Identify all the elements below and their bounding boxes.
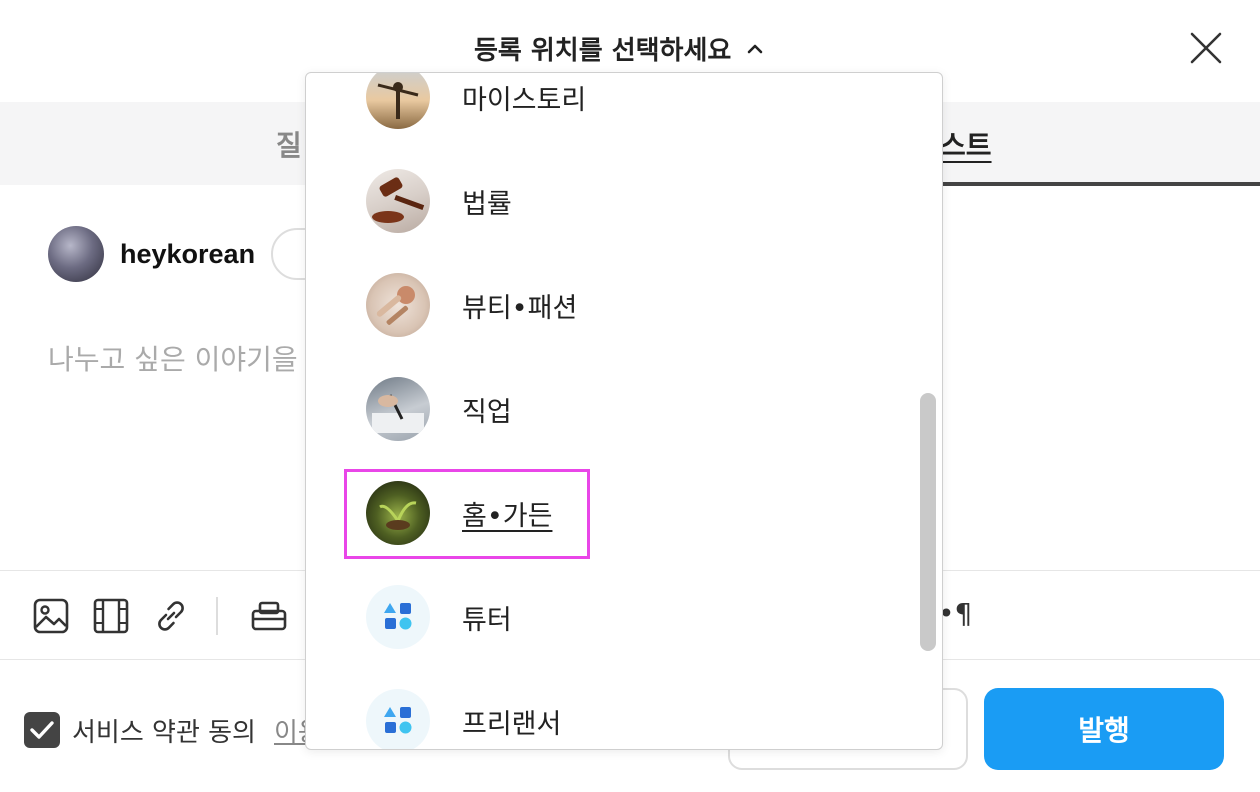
selection-highlight <box>344 469 590 559</box>
cosmetics-photo-icon <box>366 273 430 337</box>
sunset-photo-icon <box>366 73 430 129</box>
author-row: heykorean <box>48 226 332 282</box>
location-selector-label: 등록 위치를 선택하세요 <box>474 36 732 66</box>
video-icon[interactable] <box>92 597 130 635</box>
tab-post[interactable]: 스트 <box>940 102 992 185</box>
close-icon[interactable] <box>1186 28 1226 68</box>
paragraph-icon[interactable]: •¶ <box>938 597 972 630</box>
image-icon[interactable] <box>32 597 70 635</box>
dropdown-item-label: 마이스토리 <box>462 84 587 116</box>
terms-checkbox[interactable] <box>24 712 60 748</box>
embed-icon[interactable] <box>250 597 288 635</box>
dropdown-item[interactable]: 법률 <box>306 149 906 253</box>
gavel-photo-icon <box>366 169 430 233</box>
publish-button[interactable]: 발행 <box>984 688 1224 770</box>
username: heykorean <box>120 238 256 269</box>
dropdown-item[interactable]: 직업 <box>306 357 906 461</box>
dropdown-item[interactable]: 프리랜서 <box>306 669 906 749</box>
terms-label: 서비스 약관 동의 <box>72 718 256 748</box>
dropdown-item[interactable]: 튜터 <box>306 565 906 669</box>
dropdown-item-label: 뷰티•패션 <box>462 292 578 324</box>
chevron-up-icon <box>748 44 763 53</box>
location-selector[interactable]: 등록 위치를 선택하세요 <box>474 30 765 67</box>
app-shapes-icon <box>366 585 430 649</box>
avatar <box>48 226 104 282</box>
dropdown-item[interactable]: 마이스토리 <box>306 73 906 149</box>
check-icon <box>30 721 54 739</box>
toolbar-divider <box>216 597 218 635</box>
writing-photo-icon <box>366 377 430 441</box>
dropdown-item-label: 튜터 <box>462 604 512 636</box>
dropdown-scrollbar[interactable] <box>920 393 936 651</box>
app-shapes-icon <box>366 689 430 749</box>
dropdown-item-label: 직업 <box>462 396 512 428</box>
dropdown-item-label: 프리랜서 <box>462 708 562 740</box>
dropdown-item-label: 법률 <box>462 188 512 220</box>
dropdown-item[interactable]: 뷰티•패션 <box>306 253 906 357</box>
tab-question[interactable]: 질 <box>276 102 302 185</box>
active-tab-indicator <box>940 182 1260 186</box>
post-body-input[interactable]: 나누고 싶은 이야기을 <box>48 338 298 378</box>
link-icon[interactable] <box>152 597 190 635</box>
location-dropdown: 마이스토리 법률 뷰티•패션 직업 홈•가든 튜터 프리랜서 <box>305 72 943 750</box>
